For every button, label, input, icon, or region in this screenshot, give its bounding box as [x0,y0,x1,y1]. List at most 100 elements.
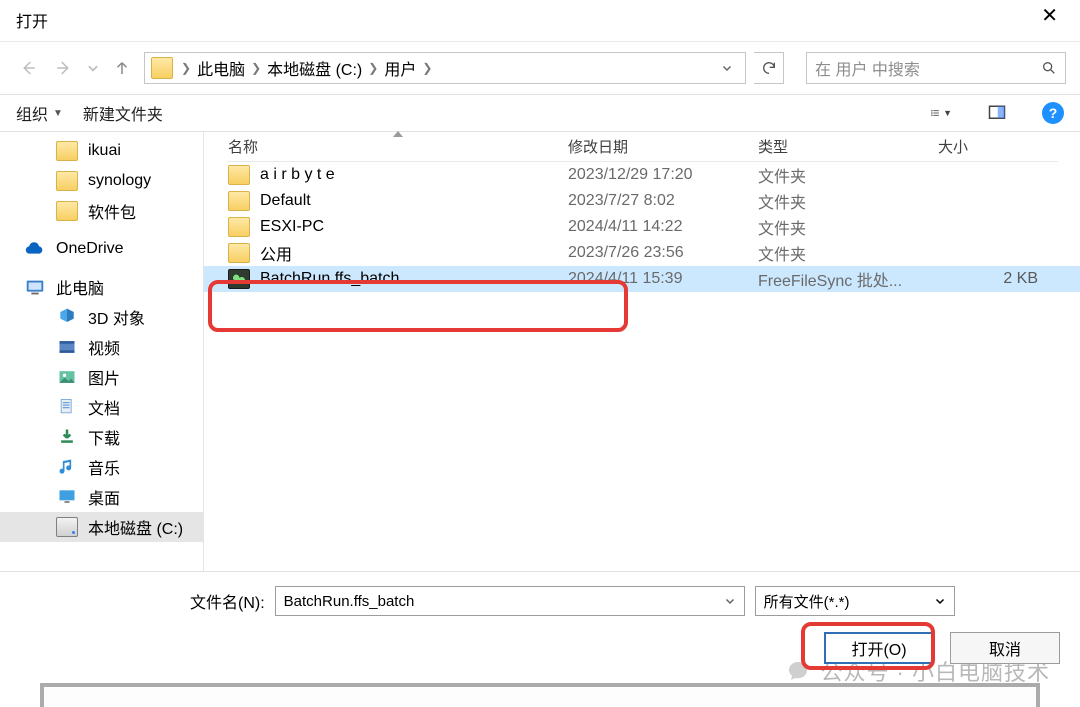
sidebar-item-local-disk-c[interactable]: 本地磁盘 (C:) [0,512,203,542]
onedrive-icon [24,239,46,259]
sidebar-item-3d[interactable]: 3D 对象 [0,302,203,332]
video-icon [56,337,78,357]
table-row[interactable]: 公用2023/7/26 23:56文件夹 [204,240,1080,266]
sidebar-item-ikuai[interactable]: ikuai [0,136,203,166]
preview-pane-toggle[interactable] [986,103,1008,123]
folder-icon [56,201,78,221]
recent-dropdown[interactable] [86,54,100,82]
close-button[interactable]: ✕ [1029,2,1070,30]
file-pane: 名称 修改日期 类型 大小 a i r b y t e 2023/12/29 17… [204,132,1080,571]
table-row[interactable]: ESXI-PC2024/4/11 14:22文件夹 [204,214,1080,240]
chevron-right-icon: ❯ [366,61,380,75]
search-icon [1041,60,1057,76]
preview-pane-icon [986,104,1008,122]
sidebar-item-label: 此电脑 [56,275,104,299]
folder-icon [56,141,78,161]
sidebar-item-label: 本地磁盘 (C:) [88,515,183,539]
sidebar-item-label: 软件包 [88,199,136,223]
sidebar-item-downloads[interactable]: 下载 [0,422,203,452]
table-row[interactable]: BatchRun.ffs_batch2024/4/11 15:39FreeFil… [204,266,1080,292]
up-button[interactable] [108,54,136,82]
address-dropdown[interactable] [715,62,739,74]
file-type: FreeFileSync 批处... [758,267,938,291]
underlying-window-edge [40,683,1040,707]
file-name: ESXI-PC [260,218,324,236]
col-name[interactable]: 名称 [228,132,568,162]
sidebar-item-pictures[interactable]: 图片 [0,362,203,392]
main-area: ikuai synology 软件包 OneDrive 此电脑 3D 对象 视频… [0,132,1080,572]
forward-button[interactable] [50,54,78,82]
sidebar-item-packages[interactable]: 软件包 [0,196,203,226]
file-name: 公用 [260,241,292,265]
view-options[interactable]: ▼ [930,103,952,123]
documents-icon [56,397,78,417]
refresh-icon [761,60,777,76]
address-bar[interactable]: ❯ 此电脑 ❯ 本地磁盘 (C:) ❯ 用户 ❯ [144,52,746,84]
organize-label: 组织 [16,101,48,125]
chevron-down-icon: ▼ [53,108,63,119]
sidebar-item-onedrive[interactable]: OneDrive [0,234,203,264]
back-button[interactable] [14,54,42,82]
chevron-down-icon [721,62,733,74]
file-type: 文件夹 [758,215,938,239]
file-size: 2 KB [938,270,1058,288]
sidebar-item-label: 图片 [88,365,120,389]
chevron-down-icon [86,59,100,77]
sidebar-item-video[interactable]: 视频 [0,332,203,362]
ffs-file-icon [228,269,250,289]
sidebar-item-label: 桌面 [88,485,120,509]
sidebar-item-this-pc[interactable]: 此电脑 [0,272,203,302]
sidebar-item-documents[interactable]: 文档 [0,392,203,422]
col-date[interactable]: 修改日期 [568,132,758,162]
file-name: a i r b y t e [260,166,335,184]
cancel-button[interactable]: 取消 [950,632,1060,664]
downloads-icon [56,427,78,447]
computer-icon [24,277,46,297]
arrow-right-icon [55,59,73,77]
sidebar-item-music[interactable]: 音乐 [0,452,203,482]
dialog-title: 打开 [16,4,48,32]
sidebar-item-label: 3D 对象 [88,305,145,329]
breadcrumb-segment[interactable]: 本地磁盘 (C:) [263,56,366,80]
refresh-button[interactable] [754,52,784,84]
new-folder-label: 新建文件夹 [83,101,163,125]
file-type: 文件夹 [758,163,938,187]
open-button[interactable]: 打开(O) [824,632,934,664]
col-type[interactable]: 类型 [758,132,938,162]
bottom-panel: 文件名(N): BatchRun.ffs_batch 所有文件(*.*) 打开(… [0,572,1080,674]
sidebar-item-label: synology [88,172,151,190]
3d-objects-icon [56,307,78,327]
arrow-up-icon [113,59,131,77]
table-row[interactable]: a i r b y t e 2023/12/29 17:20文件夹 [204,162,1080,188]
toolbar: 组织 ▼ 新建文件夹 ▼ ? [0,95,1080,132]
breadcrumb-segment[interactable]: 此电脑 [193,56,249,80]
search-box[interactable]: 在 用户 中搜索 [806,52,1066,84]
table-row[interactable]: Default2023/7/27 8:02文件夹 [204,188,1080,214]
pictures-icon [56,367,78,387]
file-date: 2024/4/11 15:39 [568,270,758,288]
sidebar-item-label: 下载 [88,425,120,449]
help-button[interactable]: ? [1042,102,1064,124]
filename-label: 文件名(N): [190,589,265,613]
chevron-down-icon[interactable] [724,595,736,607]
organize-menu[interactable]: 组织 ▼ [16,101,63,125]
new-folder-button[interactable]: 新建文件夹 [83,101,163,125]
file-date: 2023/7/27 8:02 [568,192,758,210]
sidebar-item-label: ikuai [88,142,121,160]
col-size[interactable]: 大小 [938,132,1058,162]
folder-icon [228,165,250,185]
sidebar-item-label: OneDrive [56,240,124,258]
sidebar-item-desktop[interactable]: 桌面 [0,482,203,512]
sidebar-item-synology[interactable]: synology [0,166,203,196]
file-date: 2023/12/29 17:20 [568,166,758,184]
filetype-filter[interactable]: 所有文件(*.*) [755,586,955,616]
breadcrumb-segment[interactable]: 用户 [380,56,420,80]
folder-icon [228,217,250,237]
desktop-icon [56,487,78,507]
filename-input[interactable]: BatchRun.ffs_batch [275,586,745,616]
folder-icon [228,243,250,263]
chevron-down-icon: ▼ [943,108,952,118]
chevron-down-icon[interactable] [934,595,946,607]
search-placeholder: 在 用户 中搜索 [815,56,1041,80]
file-list[interactable]: a i r b y t e2023/12/29 17:20文件夹Default2… [204,162,1080,292]
